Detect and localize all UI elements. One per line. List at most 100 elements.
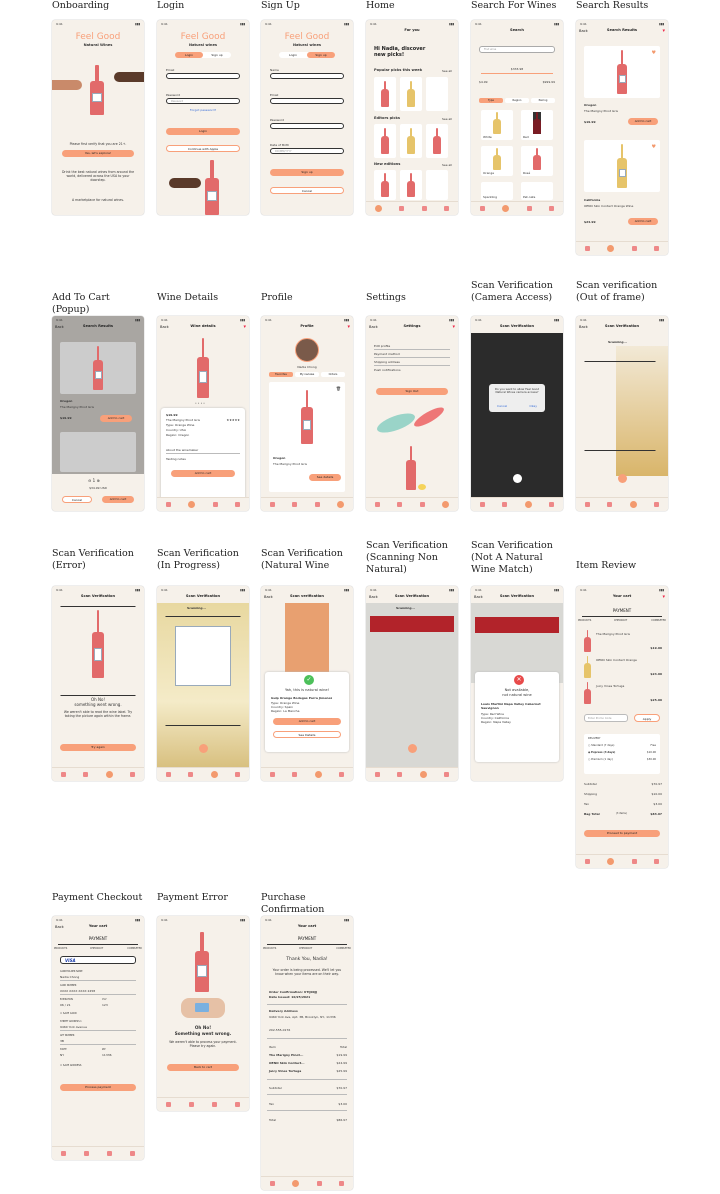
tab-for-you-icon[interactable] [166,1102,171,1107]
back-button[interactable]: Back [55,325,64,329]
wine-card[interactable] [400,124,422,158]
settings-notifications[interactable]: Push notifications [374,368,401,372]
tab-search-icon[interactable] [188,772,194,777]
wine-card[interactable] [374,124,396,158]
quantity-stepper[interactable]: ⊖ 1 ⊕ [88,478,100,483]
tab-search-icon[interactable] [502,205,510,212]
proceed-to-payment-button[interactable]: Proceed to payment [584,830,660,837]
back-button[interactable]: Back [369,325,378,329]
tab-profile-icon[interactable] [549,206,555,211]
shutter-icon[interactable] [618,474,627,483]
shutter-icon[interactable] [513,474,522,483]
wine-image-card[interactable]: ♥ [584,140,660,192]
tab-profile-icon[interactable] [235,502,241,507]
tab-profile-icon[interactable] [444,206,450,211]
cart-icon[interactable]: ▾ [243,324,246,330]
tab-scan-icon[interactable] [314,771,322,778]
chip-type[interactable]: Type [479,98,503,103]
cart-icon[interactable]: ▾ [662,594,665,600]
category-sparkling[interactable]: Sparkling [481,182,513,200]
signup-button[interactable]: Sign up [270,169,344,176]
price-slider[interactable] [481,73,553,74]
okay-button[interactable]: Okay [529,404,537,408]
tab-scan-icon[interactable] [631,246,637,251]
tab-profile-icon[interactable] [130,1151,135,1156]
street-field[interactable]: 9460 York Avenue [60,1025,87,1029]
delivery-option[interactable]: ◉ Express (3 days) [588,751,615,754]
back-button[interactable]: Back [160,325,169,329]
tab-scan-icon[interactable] [419,771,427,778]
tab-for-you-icon[interactable] [269,502,275,507]
wine-card[interactable] [400,77,422,111]
back-button[interactable]: Back [55,925,64,929]
cardholder-field[interactable]: Nadia Chong [60,975,79,979]
tab-for-you-icon[interactable] [165,502,171,507]
tab-profile-icon[interactable] [654,246,660,251]
tab-for-you-icon[interactable] [61,1151,66,1156]
tab-profile-icon[interactable] [130,772,136,777]
card-select[interactable]: VISA [60,956,136,964]
tab-scan-icon[interactable] [212,1102,217,1107]
apple-login-button[interactable]: Continue with Apple [166,145,240,152]
tab-search-icon[interactable] [84,1151,89,1156]
apply-button[interactable]: Apply [634,714,660,722]
settings-edit-profile[interactable]: Edit profile [374,344,390,348]
cart-icon[interactable]: ▾ [347,324,350,330]
heart-icon[interactable]: ♥ [652,144,656,150]
favorite-card[interactable]: 🗑 Oregon The Marigny Pinot Gris See deta… [269,382,345,492]
save-address-checkbox[interactable]: ☐ SAVE ADDRESS [60,1064,81,1067]
wine-card[interactable] [374,77,396,111]
tab-scan-icon[interactable] [631,859,637,864]
tab-search-icon[interactable] [83,772,89,777]
category-white[interactable]: White [481,110,513,140]
process-payment-button[interactable]: Process payment [60,1084,136,1091]
tab-for-you-icon[interactable] [584,859,590,864]
tab-scan-icon[interactable] [629,501,637,508]
tab-signup[interactable]: Sign up [307,52,335,58]
category-orange[interactable]: Orange [481,146,513,176]
tab-scan-icon[interactable] [421,206,427,211]
tab-profile-icon[interactable] [235,1102,240,1107]
tab-profile-icon[interactable] [339,772,345,777]
tab-login[interactable]: Login [175,52,203,58]
state-field[interactable]: NY [60,1053,64,1057]
tab-orders[interactable]: Orders [321,372,345,377]
cancel-button[interactable]: Cancel [270,187,344,194]
shutter-icon[interactable] [408,744,417,753]
see-details-button[interactable]: See Details [273,731,341,738]
password-field[interactable] [270,123,344,129]
back-button[interactable]: Back [579,29,588,33]
tab-profile-icon[interactable] [337,501,345,508]
search-input[interactable]: Find wine [479,46,555,53]
carousel-dots[interactable]: • • • • [195,401,205,405]
wine-card[interactable] [426,77,448,111]
tab-search-icon[interactable] [397,502,403,507]
save-card-checkbox[interactable]: ☐ SAVE CARD [60,1012,77,1015]
tab-scan-icon[interactable] [419,502,425,507]
delivery-option[interactable]: ○ Premium (1 day) [588,758,613,761]
tasting-notes-row[interactable]: Tasting notes [166,457,186,461]
tab-for-you-icon[interactable] [269,1181,275,1186]
cancel-button[interactable]: Cancel [62,496,92,503]
see-all-link[interactable]: See all [442,163,452,167]
tab-scan-icon[interactable] [316,1181,322,1186]
trash-icon[interactable]: 🗑 [336,386,341,391]
tab-search-icon[interactable] [397,772,403,777]
tab-scan-icon[interactable] [212,502,218,507]
see-all-link[interactable]: See all [442,69,452,73]
tab-scan-icon[interactable] [314,502,320,507]
apt-field[interactable]: 3B [60,1039,64,1043]
tab-search-icon[interactable] [292,1180,300,1187]
see-details-button[interactable]: See details [309,474,341,481]
category-petnats[interactable]: Pet-nats [521,182,553,200]
tab-profile-icon[interactable] [444,772,450,777]
tab-scan-icon[interactable] [526,206,532,211]
back-button[interactable]: Back [264,595,273,599]
tab-search-icon[interactable] [292,502,298,507]
email-field[interactable] [166,73,240,79]
tab-scan-icon[interactable] [107,1151,112,1156]
explore-button[interactable]: Yes, let's explore! [62,150,134,157]
wine-card[interactable] [426,170,448,200]
add-to-cart-button[interactable]: Add to cart [171,470,235,477]
wine-card[interactable] [426,124,448,158]
